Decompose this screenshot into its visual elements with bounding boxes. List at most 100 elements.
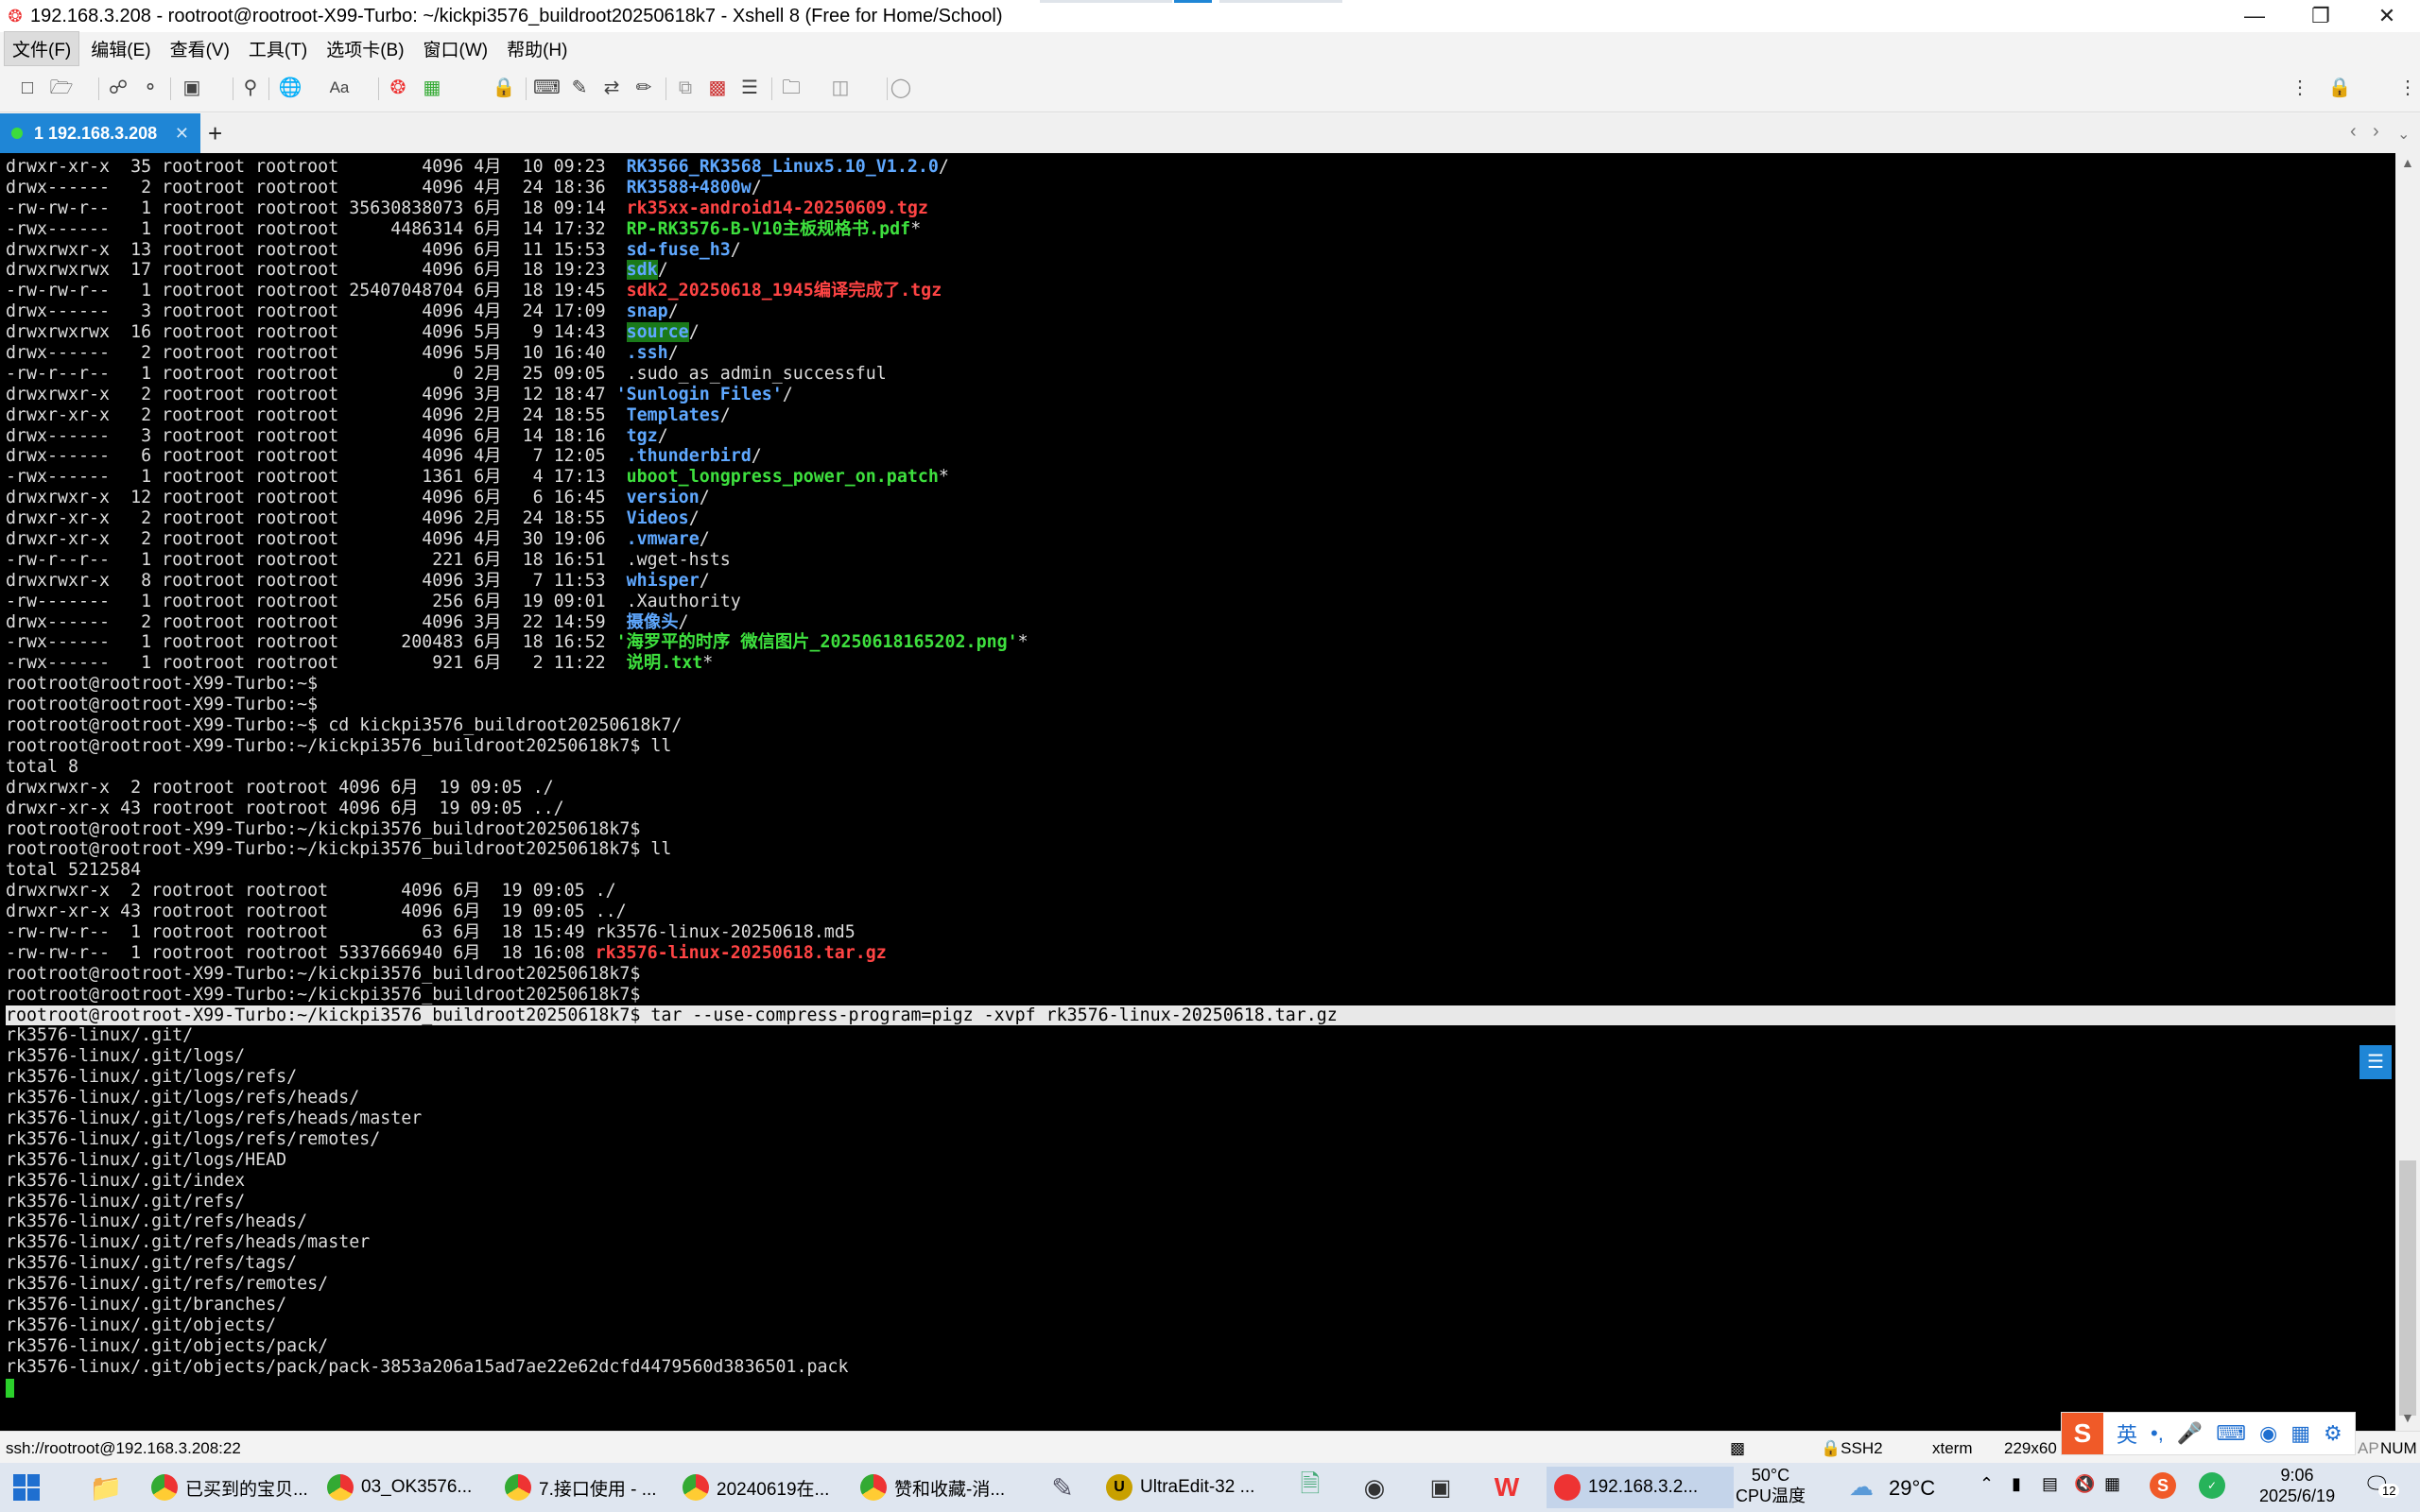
layout-icon[interactable]: ◫ <box>828 76 853 100</box>
volume-mute-icon[interactable]: 🔇 <box>2074 1474 2095 1494</box>
camera-icon[interactable]: ◉ <box>1356 1467 1393 1508</box>
notification-count: 12 <box>2378 1484 2400 1498</box>
windows-start-icon[interactable] <box>13 1474 40 1501</box>
terminal-line: rootroot@rootroot-X99-Turbo:~$ cd kickpi… <box>6 715 2395 736</box>
copy-icon[interactable]: ⧉ <box>673 76 698 100</box>
paint-icon[interactable]: ✎ <box>1044 1467 1081 1508</box>
input-method-icon[interactable]: ▦ <box>2104 1474 2120 1494</box>
clock[interactable]: 9:06 2025/6/19 <box>2259 1465 2335 1506</box>
ime-punctuation[interactable]: •, <box>2151 1421 2164 1446</box>
menu-file[interactable]: 文件(F) <box>4 30 80 66</box>
ime-toolbar[interactable]: S 英 •, 🎤 ⌨ ◉ ▦ ⚙ <box>2061 1412 2356 1455</box>
menu-edit[interactable]: 编辑(E) <box>83 32 158 65</box>
terminal-text-segment: 'Sunlogin Files' <box>615 384 783 404</box>
more-options-icon[interactable]: ⋮ <box>2288 76 2312 100</box>
terminal-line: rk3576-linux/.git/objects/pack/ <box>6 1336 2395 1357</box>
scrollbar-thumb[interactable] <box>2399 1160 2416 1416</box>
minimize-icon[interactable]: — <box>2221 0 2288 32</box>
font-icon[interactable]: Aa <box>327 76 352 100</box>
scroll-down-icon[interactable]: ▼ <box>2401 1410 2414 1425</box>
taskbar-item[interactable]: 03_OK3576... <box>327 1467 472 1508</box>
taskbar-item[interactable]: 7.接口使用 - ... <box>505 1467 657 1508</box>
menu-window[interactable]: 窗口(W) <box>416 32 496 65</box>
taskbar-item[interactable]: U UltraEdit-32 ... <box>1106 1467 1254 1508</box>
chrome-icon <box>505 1474 531 1501</box>
toolbar-separator <box>526 77 527 100</box>
folder-transfer-icon[interactable]: 🗀 <box>779 76 804 100</box>
menu-tools[interactable]: 工具(T) <box>241 32 315 65</box>
terminal-icon[interactable]: ▣ <box>1422 1467 1460 1508</box>
terminal-text-segment: rk3576-linux/.git/logs/refs/heads/ <box>6 1088 360 1108</box>
new-session-icon[interactable]: □ <box>15 76 40 100</box>
terminal-line: drwx------ 3 rootroot rootroot 4096 6月 1… <box>6 426 2395 447</box>
terminal-text-segment: / <box>938 157 949 177</box>
network-icon[interactable]: ▤ <box>2042 1474 2058 1494</box>
microphone-icon[interactable]: 🎤 <box>2177 1421 2203 1446</box>
chevron-right-icon[interactable]: › <box>2373 121 2379 143</box>
terminal-text-segment: source <box>626 322 689 343</box>
chat-icon[interactable]: ◯ <box>889 76 913 100</box>
search-icon[interactable]: ⚲ <box>238 76 263 100</box>
weather-temp[interactable]: 29°C <box>1889 1476 1935 1501</box>
disconnect-icon[interactable]: ⚬ <box>138 76 163 100</box>
terminal-text-segment: / <box>751 446 762 467</box>
terminal-text-segment: rk3576-linux/.git/ <box>6 1025 194 1046</box>
skin-icon[interactable]: ◉ <box>2259 1421 2277 1446</box>
lock-icon[interactable]: 🔒 <box>492 76 516 100</box>
more-options-icon[interactable]: ⋮ <box>2395 76 2420 100</box>
chevron-up-icon[interactable]: ⌃ <box>1979 1474 1994 1494</box>
xshell-logo-icon[interactable]: ❂ <box>386 76 410 100</box>
menu-view[interactable]: 查看(V) <box>163 32 237 65</box>
compose-icon[interactable]: ✏ <box>631 76 656 100</box>
cpu-temperature[interactable]: 50°C CPU温度 <box>1736 1465 1806 1506</box>
keyboard-icon[interactable]: ⌨ <box>2216 1421 2246 1446</box>
tab-label: 1 192.168.3.208 <box>34 123 158 143</box>
vertical-scrollbar[interactable]: ▲ ▼ <box>2395 153 2420 1431</box>
xftp-icon[interactable]: ▦ <box>420 76 444 100</box>
toolbox-icon[interactable]: ⚙ <box>2324 1421 2342 1446</box>
chevron-left-icon[interactable]: ‹ <box>2350 121 2357 143</box>
weather-icon[interactable]: ☁ <box>1849 1472 1874 1502</box>
connect-icon[interactable]: ☍ <box>106 76 130 100</box>
transfer-icon[interactable]: ⇄ <box>599 76 624 100</box>
scroll-up-icon[interactable]: ▲ <box>2401 155 2414 170</box>
log-icon[interactable]: ☰ <box>737 76 762 100</box>
terminal-line: -rwx------ 1 rootroot rootroot 1361 6月 4… <box>6 467 2395 488</box>
sogou-icon[interactable]: S <box>2150 1472 2176 1499</box>
wps-icon[interactable]: W <box>1488 1467 1526 1508</box>
sogou-icon[interactable]: S <box>2062 1413 2103 1454</box>
terminal-line: drwx------ 6 rootroot rootroot 4096 4月 7… <box>6 446 2395 467</box>
new-tab-icon[interactable]: ▣ <box>180 76 204 100</box>
taskbar-item[interactable]: 已买到的宝贝... <box>151 1467 308 1508</box>
menu-tabs[interactable]: 选项卡(B) <box>319 32 411 65</box>
quick-commands-icon[interactable]: ☰ <box>2360 1045 2392 1079</box>
keyboard-icon[interactable]: ⌨ <box>533 76 561 100</box>
restore-icon[interactable]: ❐ <box>2288 0 2354 32</box>
battery-icon[interactable]: ▮ <box>2012 1474 2021 1494</box>
notepad-icon[interactable]: 🗎 <box>1291 1467 1329 1508</box>
lock-icon[interactable]: 🔒 <box>2327 76 2352 100</box>
close-icon[interactable]: ✕ <box>2354 0 2420 32</box>
chevron-down-icon[interactable]: ⌄ <box>2397 125 2410 144</box>
menu-help[interactable]: 帮助(H) <box>499 32 575 65</box>
open-folder-icon[interactable]: 🗁 <box>49 76 74 100</box>
terminal-text-segment: drwxrwxrwx 17 rootroot rootroot 4096 6月 … <box>6 260 627 281</box>
security-icon[interactable]: ✓ <box>2199 1472 2225 1499</box>
globe-icon[interactable]: 🌐 <box>278 76 302 100</box>
taskbar-item[interactable]: 赞和收藏-消... <box>860 1467 1005 1508</box>
terminal-text-segment: -rw-rw-r-- 1 rootroot rootroot 533766694… <box>6 942 596 963</box>
terminal-text-segment: rk3576-linux/.git/logs/ <box>6 1046 246 1067</box>
terminal-text-segment: .vmware <box>626 529 700 550</box>
taskbar-item[interactable]: 20240619在... <box>683 1467 829 1508</box>
paste-icon[interactable]: ▩ <box>705 76 730 100</box>
apps-icon[interactable]: ▦ <box>2290 1421 2310 1446</box>
terminal-output[interactable]: drwxr-xr-x 35 rootroot rootroot 4096 4月 … <box>0 153 2395 1431</box>
protocol-label: 🔒SSH2 <box>1821 1439 1883 1457</box>
file-explorer-icon[interactable]: 📁 <box>87 1467 125 1508</box>
script-icon[interactable]: ✎ <box>567 76 592 100</box>
add-tab-button[interactable]: + <box>208 119 222 148</box>
ime-language[interactable]: 英 <box>2117 1418 2137 1449</box>
taskbar-item[interactable]: 192.168.3.2... <box>1547 1467 1734 1508</box>
close-icon[interactable]: ✕ <box>175 124 189 144</box>
tab-session[interactable]: 1 192.168.3.208 ✕ <box>0 113 200 153</box>
